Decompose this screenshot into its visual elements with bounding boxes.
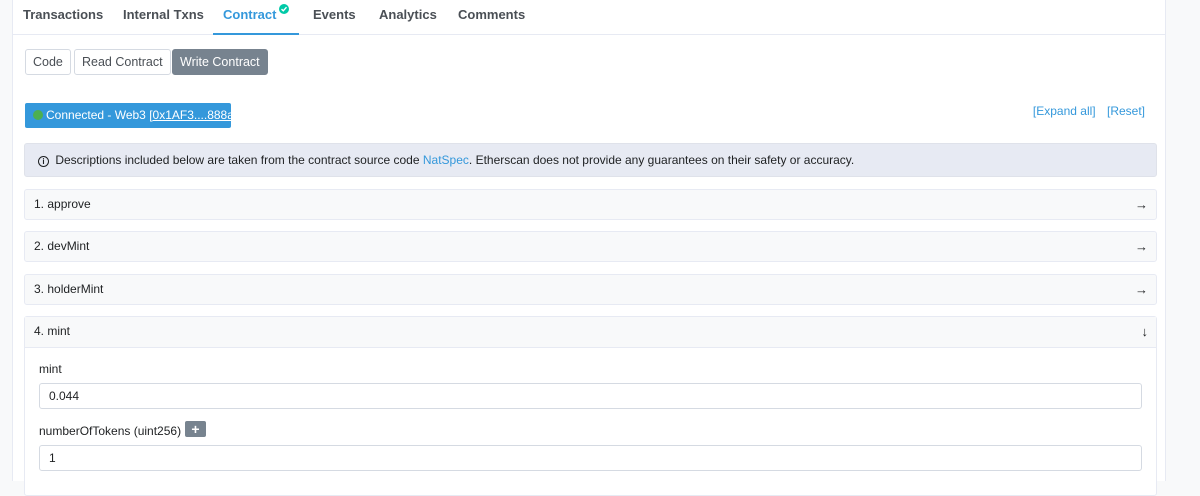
expand-all-link[interactable]: [Expand all] [1033, 104, 1096, 118]
function-label: 3. holderMint [34, 282, 104, 296]
function-label: 4. mint [34, 324, 71, 338]
function-approve[interactable]: 1. approve → [24, 189, 1157, 220]
contract-card: Transactions Internal Txns Contract Even… [12, 0, 1166, 496]
tab-analytics[interactable]: Analytics [379, 0, 437, 35]
number-of-tokens-label: numberOfTokens (uint256) [39, 424, 182, 438]
function-label: 2. devMint [34, 239, 90, 253]
tab-bar: Transactions Internal Txns Contract Even… [13, 0, 1165, 35]
notice-suffix: . Etherscan does not provide any guarant… [468, 153, 855, 167]
write-contract-button[interactable]: Write Contract [172, 49, 268, 75]
payable-amount-input[interactable] [39, 383, 1142, 409]
tab-events[interactable]: Events [313, 0, 356, 35]
add-input-button[interactable]: + [185, 421, 206, 437]
tab-comments[interactable]: Comments [458, 0, 525, 35]
tab-contract-label: Contract [223, 7, 277, 22]
connected-status-icon [33, 110, 43, 120]
function-mint-header[interactable]: 4. mint ↓ [25, 317, 1156, 348]
natspec-link[interactable]: NatSpec [423, 153, 469, 167]
reset-link[interactable]: [Reset] [1107, 104, 1145, 118]
info-icon: i [38, 156, 49, 167]
arrow-right-icon: → [1135, 239, 1148, 254]
function-holdermint[interactable]: 3. holderMint → [24, 274, 1157, 305]
tab-internal-txns[interactable]: Internal Txns [123, 0, 204, 35]
payable-amount-label: mint [39, 362, 62, 376]
web3-connected-button[interactable]: Connected - Web3 [0x1AF3....888a] [25, 103, 237, 128]
connected-label: Connected - Web3 [46, 108, 146, 122]
tab-transactions[interactable]: Transactions [23, 0, 103, 35]
verified-check-icon [279, 4, 290, 14]
wallet-address-link[interactable]: [0x1AF3....888a] [149, 108, 237, 122]
read-contract-button[interactable]: Read Contract [74, 49, 171, 75]
notice-prefix: Descriptions included below are taken fr… [55, 153, 423, 167]
tab-contract[interactable]: Contract [213, 0, 300, 35]
arrow-right-icon: → [1135, 282, 1148, 297]
code-button[interactable]: Code [25, 49, 71, 75]
function-devmint[interactable]: 2. devMint → [24, 231, 1157, 262]
function-mint-panel: 4. mint ↓ mint numberOfTokens (uint256) … [24, 316, 1157, 496]
number-of-tokens-input[interactable] [39, 445, 1142, 471]
natspec-notice: i Descriptions included below are taken … [24, 143, 1157, 177]
arrow-down-icon: ↓ [1141, 324, 1149, 339]
arrow-right-icon: → [1135, 197, 1148, 212]
function-label: 1. approve [34, 197, 91, 211]
accordion-controls: [Expand all] [Reset] [1025, 104, 1145, 118]
